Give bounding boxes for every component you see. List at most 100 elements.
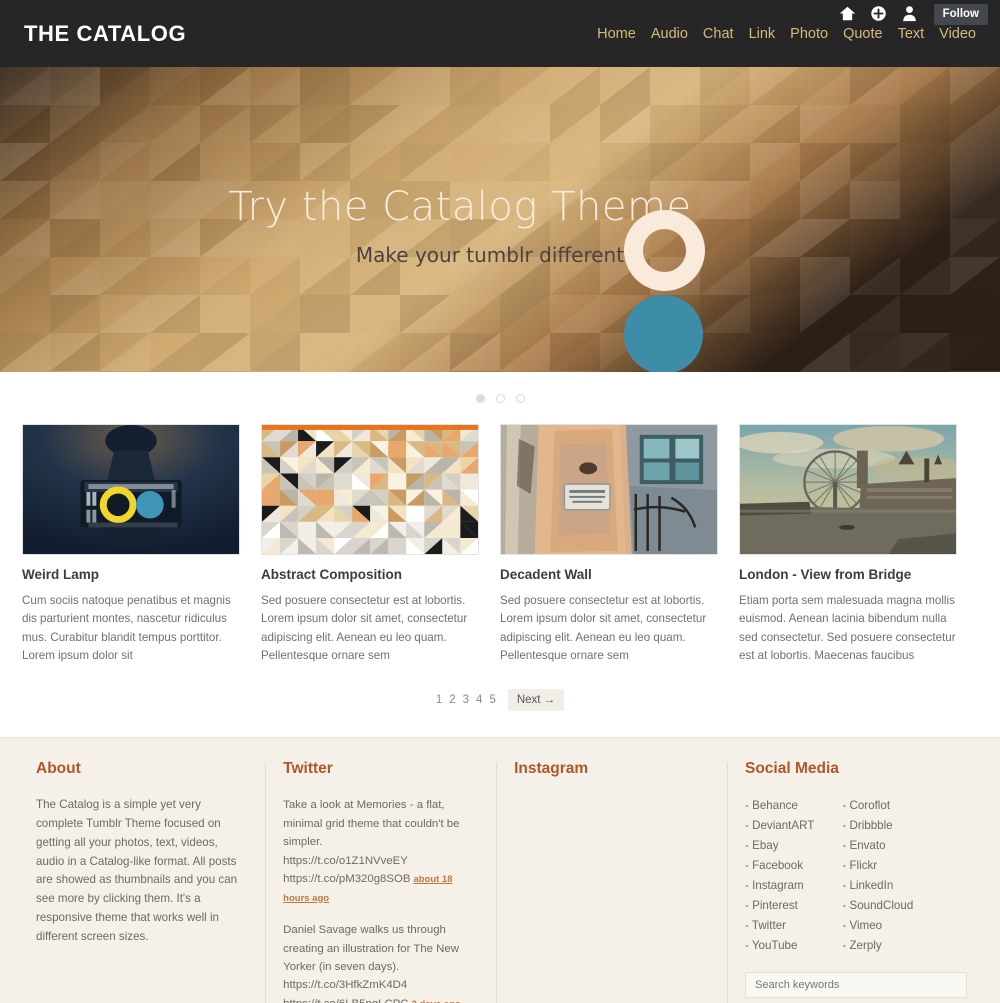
list-item: - SoundCloud (842, 896, 913, 916)
list-item: - Vimeo (842, 916, 913, 936)
nav-item-photo[interactable]: Photo (790, 26, 828, 42)
list-item: - Facebook (745, 856, 814, 876)
social-link-flickr[interactable]: - Flickr (842, 859, 877, 872)
social-links-right: - Coroflot - Dribbble - Envato - Flickr … (842, 796, 913, 956)
social-link-dribbble[interactable]: - Dribbble (842, 819, 892, 832)
hero-banner: Try the Catalog Theme Make your tumblr d… (0, 67, 1000, 372)
post-card: Decadent Wall Sed posuere consectetur es… (500, 424, 718, 665)
social-link-vimeo[interactable]: - Vimeo (842, 919, 882, 932)
list-item: - Ebay (745, 836, 814, 856)
site-header: THE CATALOG Home Audio Chat Link Photo Q… (0, 0, 1000, 67)
post-card: Weird Lamp Cum sociis natoque penatibus … (22, 424, 240, 665)
next-page-button[interactable]: Next → (507, 689, 565, 712)
tweet-link[interactable]: https://t.co/o1Z1NVveEY (283, 855, 408, 867)
list-item: - Zerply (842, 936, 913, 956)
post-title[interactable]: Decadent Wall (500, 567, 718, 582)
tweet-link[interactable]: https://t.co/pM320g8SOB (283, 873, 410, 885)
social-links-columns: - Behance - DeviantART - Ebay - Facebook… (745, 796, 964, 956)
post-card: London - View from Bridge Etiam porta se… (739, 424, 957, 665)
social-link-zerply[interactable]: - Zerply (842, 939, 881, 952)
social-link-ebay[interactable]: - Ebay (745, 839, 779, 852)
instagram-heading: Instagram (514, 760, 589, 778)
about-heading: About (36, 760, 81, 778)
post-description: Sed posuere consectetur est at lobortis.… (500, 594, 707, 662)
social-link-behance[interactable]: - Behance (745, 799, 798, 812)
social-links-left: - Behance - DeviantART - Ebay - Facebook… (745, 796, 814, 956)
nav-item-link[interactable]: Link (749, 26, 776, 42)
social-link-envato[interactable]: - Envato (842, 839, 885, 852)
nav-item-quote[interactable]: Quote (843, 26, 883, 42)
banner-ring-shape (624, 210, 705, 291)
list-item: - YouTube (745, 936, 814, 956)
carousel-pagination (0, 372, 1000, 424)
tumblr-follow-button[interactable]: Follow (933, 4, 988, 25)
tweet-item: Daniel Savage walks us through creating … (283, 921, 478, 1003)
post-title[interactable]: London - View from Bridge (739, 567, 957, 582)
nav-item-text[interactable]: Text (898, 26, 925, 42)
site-footer: About The Catalog is a simple yet very c… (0, 737, 1000, 1003)
social-link-coroflot[interactable]: - Coroflot (842, 799, 890, 812)
tweet-timestamp[interactable]: 2 days ago (412, 999, 461, 1003)
post-description: Sed posuere consectetur est at lobortis.… (261, 594, 468, 662)
nav-item-home[interactable]: Home (597, 26, 636, 42)
search-input[interactable] (745, 971, 967, 998)
footer-column-about: About The Catalog is a simple yet very c… (18, 760, 265, 1003)
tweet-text: Daniel Savage walks us through creating … (283, 924, 459, 973)
social-link-instagram[interactable]: - Instagram (745, 879, 804, 892)
nav-item-video[interactable]: Video (939, 26, 976, 42)
list-item: - Envato (842, 836, 913, 856)
post-description: Etiam porta sem malesuada magna mollis e… (739, 594, 956, 662)
footer-column-instagram: Instagram (496, 760, 727, 1003)
carousel-dot-1[interactable] (475, 393, 485, 403)
page-link-2[interactable]: 2 (449, 694, 455, 706)
user-icon[interactable] (901, 5, 918, 24)
home-icon[interactable] (839, 5, 856, 24)
tweet-text: Take a look at Memories - a flat, minima… (283, 799, 460, 849)
list-item: - Flickr (842, 856, 913, 876)
post-thumbnail-london-bridge[interactable] (739, 424, 957, 555)
list-item: - DeviantART (745, 816, 814, 836)
post-thumbnail-abstract-composition[interactable] (261, 424, 479, 555)
social-link-pinterest[interactable]: - Pinterest (745, 899, 798, 912)
list-item: - Twitter (745, 916, 814, 936)
about-body: The Catalog is a simple yet very complet… (36, 798, 238, 943)
list-item: - Pinterest (745, 896, 814, 916)
list-item: - LinkedIn (842, 876, 913, 896)
plus-circle-icon[interactable] (870, 5, 887, 24)
post-title[interactable]: Abstract Composition (261, 567, 479, 582)
post-card: Abstract Composition Sed posuere consect… (261, 424, 479, 665)
social-link-twitter[interactable]: - Twitter (745, 919, 786, 932)
list-item: - Coroflot (842, 796, 913, 816)
post-thumbnail-weird-lamp[interactable] (22, 424, 240, 555)
banner-triangle-pattern (0, 67, 1000, 372)
list-item: - Behance (745, 796, 814, 816)
social-link-youtube[interactable]: - YouTube (745, 939, 797, 952)
social-link-deviantart[interactable]: - DeviantART (745, 819, 814, 832)
tumblr-control-bar: Follow (839, 4, 988, 25)
social-link-soundcloud[interactable]: - SoundCloud (842, 899, 913, 912)
post-thumbnail-decadent-wall[interactable] (500, 424, 718, 555)
post-title[interactable]: Weird Lamp (22, 567, 240, 582)
post-description: Cum sociis natoque penatibus et magnis d… (22, 594, 231, 662)
page-link-1[interactable]: 1 (436, 694, 442, 706)
tweet-link[interactable]: https://t.co/6LB5pgLCPC (283, 998, 408, 1003)
pagination: 1 2 3 4 5 Next → (0, 665, 1000, 738)
nav-item-chat[interactable]: Chat (703, 26, 734, 42)
main-navigation: Home Audio Chat Link Photo Quote Text Vi… (597, 26, 978, 42)
tweet-link[interactable]: https://t.co/3HfkZmK4D4 (283, 979, 407, 991)
twitter-heading: Twitter (283, 760, 333, 778)
page-link-5[interactable]: 5 (489, 694, 495, 706)
carousel-dot-2[interactable] (495, 393, 505, 403)
social-link-linkedin[interactable]: - LinkedIn (842, 879, 893, 892)
footer-column-social-media: Social Media - Behance - DeviantART - Eb… (727, 760, 982, 1003)
site-title: THE CATALOG (24, 20, 187, 46)
carousel-dot-3[interactable] (515, 393, 525, 403)
post-grid: Weird Lamp Cum sociis natoque penatibus … (0, 424, 1000, 666)
social-link-facebook[interactable]: - Facebook (745, 859, 803, 872)
tweet-item: Take a look at Memories - a flat, minima… (283, 796, 478, 907)
nav-item-audio[interactable]: Audio (651, 26, 688, 42)
page-link-3[interactable]: 3 (463, 694, 469, 706)
page-link-4[interactable]: 4 (476, 694, 482, 706)
social-media-heading: Social Media (745, 760, 839, 778)
list-item: - Dribbble (842, 816, 913, 836)
